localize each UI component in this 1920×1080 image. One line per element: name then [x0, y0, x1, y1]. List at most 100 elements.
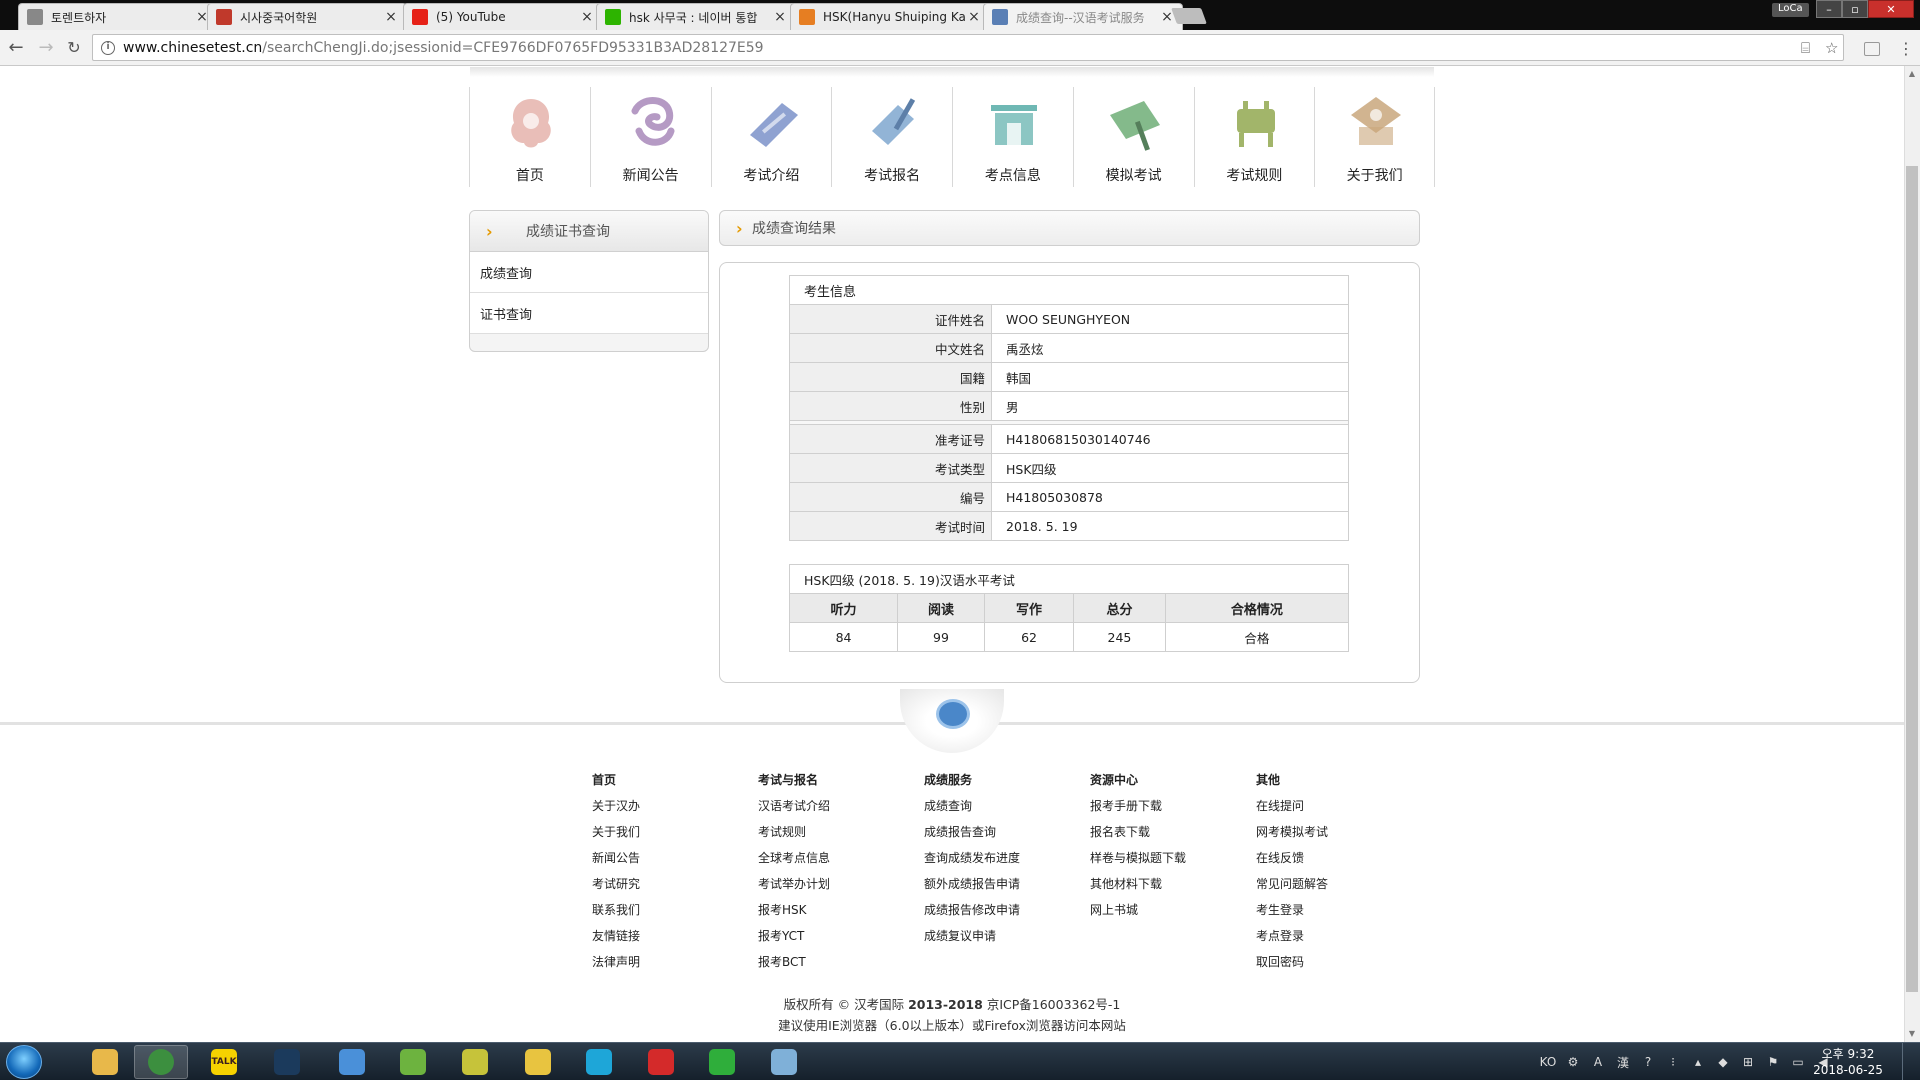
scroll-up-icon[interactable]: ▲ — [1904, 66, 1920, 82]
footer-link[interactable]: 考试举办计划 — [758, 871, 918, 897]
footer-link[interactable]: 网考模拟考试 — [1256, 819, 1416, 845]
network-share-icon[interactable]: ⊞ — [1740, 1054, 1756, 1070]
language-indicator[interactable]: KO — [1540, 1054, 1557, 1070]
maximize-icon[interactable]: ▫ — [1842, 0, 1868, 18]
taskbar-app-kakaotalk[interactable]: TALK — [197, 1045, 251, 1079]
nav-item-2[interactable]: 新闻公告 — [589, 87, 711, 187]
taskbar-app-explorer[interactable] — [78, 1045, 132, 1079]
footer-link[interactable]: 报考手册下载 — [1090, 793, 1250, 819]
scroll-down-icon[interactable]: ▼ — [1904, 1026, 1920, 1042]
footer-link[interactable]: 法律声明 — [592, 949, 752, 975]
forward-icon[interactable]: → — [36, 38, 56, 58]
show-desktop-button[interactable] — [1902, 1043, 1920, 1080]
tray-settings-icon[interactable]: ⁝ — [1665, 1054, 1681, 1070]
nav-item-1[interactable]: 首页 — [469, 87, 590, 187]
browser-tab[interactable]: (5) YouTube × — [403, 3, 603, 30]
footer-link[interactable]: 全球考点信息 — [758, 845, 918, 871]
tray-expand-icon[interactable]: ▴ — [1690, 1054, 1706, 1070]
footer-link[interactable]: 取回密码 — [1256, 949, 1416, 975]
browser-tab[interactable]: HSK(Hanyu Shuiping Ka × — [790, 3, 990, 30]
footer-link[interactable]: 成绩报告查询 — [924, 819, 1084, 845]
font-a-icon[interactable]: A — [1590, 1054, 1606, 1070]
footer-link[interactable]: 新闻公告 — [592, 845, 752, 871]
back-icon[interactable]: ← — [6, 38, 26, 58]
taskbar-app-flash[interactable] — [634, 1045, 688, 1079]
nav-item-7[interactable]: 考试规则 — [1193, 87, 1315, 187]
minimize-icon[interactable]: – — [1816, 0, 1842, 18]
address-bar[interactable]: i www.chinesetest.cn/searchChengJi.do;js… — [92, 34, 1844, 61]
footer-link[interactable]: 考点登录 — [1256, 923, 1416, 949]
footer-heading[interactable]: 首页 — [592, 767, 752, 793]
footer-link[interactable]: 考试规则 — [758, 819, 918, 845]
tab-close-icon[interactable]: × — [967, 10, 981, 24]
reload-icon[interactable]: ↻ — [64, 38, 84, 58]
taskbar-app-potplayer[interactable] — [448, 1045, 502, 1079]
footer-heading[interactable]: 其他 — [1256, 767, 1416, 793]
tab-close-icon[interactable]: × — [773, 10, 787, 24]
scrollbar-thumb[interactable] — [1906, 166, 1918, 992]
footer-link[interactable]: 查询成绩发布进度 — [924, 845, 1084, 871]
taskbar-clock[interactable]: 오후 9:32 2018-06-25 — [1808, 1046, 1888, 1078]
footer-link[interactable]: 样卷与模拟题下载 — [1090, 845, 1250, 871]
footer-link[interactable]: 在线反馈 — [1256, 845, 1416, 871]
footer-link[interactable]: 考试研究 — [592, 871, 752, 897]
nav-item-6[interactable]: 模拟考试 — [1072, 87, 1194, 187]
close-window-icon[interactable]: ✕ — [1868, 0, 1914, 18]
dropbox-icon[interactable]: ◆ — [1715, 1054, 1731, 1070]
footer-link[interactable]: 常见问题解答 — [1256, 871, 1416, 897]
sidebar-item-certificate-query[interactable]: 证书查询 — [470, 293, 708, 334]
browser-tab[interactable]: 토렌트하자 × — [18, 3, 218, 30]
taskbar-app-alsong[interactable] — [325, 1045, 379, 1079]
footer-link[interactable]: 成绩查询 — [924, 793, 1084, 819]
browser-tab[interactable]: 成绩查询--汉语考试服务 × — [983, 3, 1183, 30]
footer-link[interactable]: 网上书城 — [1090, 897, 1250, 923]
footer-link[interactable]: 报考YCT — [758, 923, 918, 949]
footer-link[interactable]: 成绩复议申请 — [924, 923, 1084, 949]
footer-link[interactable]: 报考BCT — [758, 949, 918, 975]
bookmark-star-icon[interactable]: ☆ — [1825, 39, 1838, 57]
help-icon[interactable]: ? — [1640, 1054, 1656, 1070]
footer-link[interactable]: 成绩报告修改申请 — [924, 897, 1084, 923]
footer-heading[interactable]: 考试与报名 — [758, 767, 918, 793]
nav-item-4[interactable]: 考试报名 — [831, 87, 952, 187]
hanja-icon[interactable]: 漢 — [1615, 1054, 1631, 1070]
ime-icon[interactable]: ⚙ — [1565, 1054, 1581, 1070]
footer-link[interactable]: 关于我们 — [592, 819, 752, 845]
footer-heading[interactable]: 资源中心 — [1090, 767, 1250, 793]
browser-menu-icon[interactable]: ⋮ — [1898, 39, 1914, 58]
taskbar-app-steam[interactable] — [260, 1045, 314, 1079]
new-tab-button[interactable] — [1171, 8, 1207, 24]
display-icon[interactable]: ▭ — [1790, 1054, 1806, 1070]
footer-link[interactable]: 额外成绩报告申请 — [924, 871, 1084, 897]
taskbar-app-chrome[interactable] — [134, 1045, 188, 1079]
browser-tab[interactable]: 시사중국어학원 × — [207, 3, 407, 30]
site-info-icon[interactable]: i — [101, 40, 115, 55]
footer-link[interactable]: 友情链接 — [592, 923, 752, 949]
footer-link[interactable]: 报名表下载 — [1090, 819, 1250, 845]
taskbar-app-vim[interactable] — [695, 1045, 749, 1079]
footer-heading[interactable]: 成绩服务 — [924, 767, 1084, 793]
footer-link[interactable]: 报考HSK — [758, 897, 918, 923]
footer-link[interactable]: 其他材料下载 — [1090, 871, 1250, 897]
action-center-icon[interactable]: ⚑ — [1765, 1054, 1781, 1070]
sidebar-item-score-query[interactable]: 成绩查询 — [470, 252, 708, 293]
footer-link[interactable]: 联系我们 — [592, 897, 752, 923]
profile-badge[interactable]: LoCa — [1772, 3, 1809, 17]
taskbar-app-tiktok[interactable] — [572, 1045, 626, 1079]
taskbar-app-paint[interactable] — [757, 1045, 811, 1079]
taskbar-app-idea[interactable] — [511, 1045, 565, 1079]
taskbar-app-utorrent[interactable] — [386, 1045, 440, 1079]
nav-item-8[interactable]: 关于我们 — [1314, 87, 1435, 187]
nav-item-5[interactable]: 考点信息 — [952, 87, 1073, 187]
browser-tab[interactable]: hsk 사무국 : 네이버 통합 × — [596, 3, 796, 30]
extension-icon[interactable] — [1864, 42, 1880, 56]
translate-icon[interactable]: ⌸ — [1801, 39, 1810, 57]
footer-link[interactable]: 考生登录 — [1256, 897, 1416, 923]
nav-item-3[interactable]: 考试介绍 — [710, 87, 832, 187]
tab-close-icon[interactable]: × — [384, 10, 398, 24]
footer-link[interactable]: 汉语考试介绍 — [758, 793, 918, 819]
footer-link[interactable]: 关于汉办 — [592, 793, 752, 819]
footer-link[interactable]: 在线提问 — [1256, 793, 1416, 819]
tab-close-icon[interactable]: × — [580, 10, 594, 24]
start-button-icon[interactable] — [6, 1045, 42, 1079]
